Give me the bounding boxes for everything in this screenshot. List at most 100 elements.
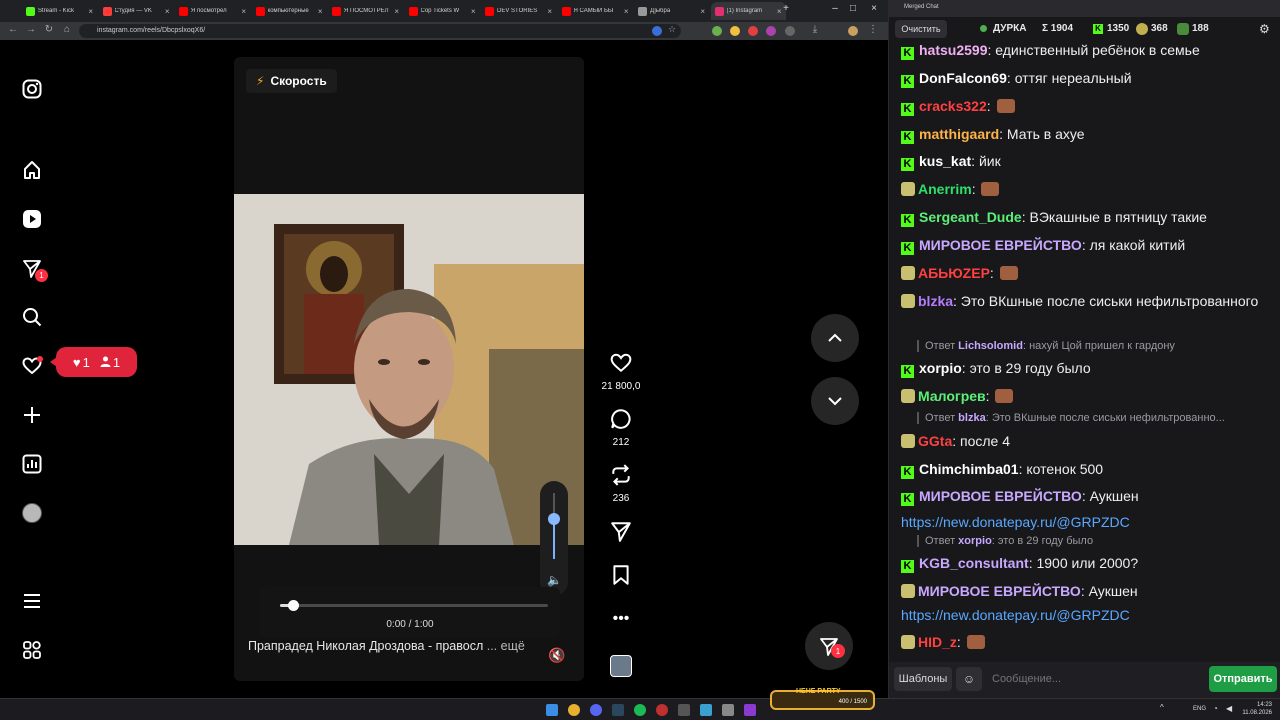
telegram-icon[interactable] (700, 704, 712, 716)
chat-message[interactable]: K Sergeant_Dude: ВЭкашные в пятницу такие (901, 206, 1271, 228)
url-field[interactable]: instagram.com/reels/DbcpslxoqX6/ (79, 24, 681, 38)
volume-icon[interactable]: ◀ (1226, 704, 1232, 713)
comment-button[interactable]: 212 (596, 408, 646, 448)
profile-avatar[interactable] (21, 502, 43, 524)
search-icon[interactable] (21, 306, 43, 328)
chat-message[interactable]: K МИРОВОЕ ЕВРЕЙСТВО: Аукшен (901, 485, 1271, 507)
home-icon[interactable] (21, 159, 43, 181)
more-menu-icon[interactable] (21, 590, 43, 612)
system-clock[interactable]: 14:23 11.08.2026 (1242, 701, 1272, 717)
chat-username[interactable]: KGB_consultant (919, 555, 1029, 571)
extensions-puzzle-icon[interactable] (785, 26, 795, 36)
browser-tab[interactable]: Студия — VK × (99, 2, 174, 20)
close-window-button[interactable]: × (864, 3, 884, 14)
reload-icon[interactable]: ↻ (42, 24, 56, 35)
chat-username[interactable]: Anerrim (918, 181, 972, 197)
extension-icon[interactable] (766, 26, 776, 36)
message-input[interactable] (986, 667, 1206, 691)
bookmark-star-icon[interactable]: ☆ (665, 24, 679, 35)
browser-tab[interactable]: Я ПОСМОТРЕЛ × (328, 2, 403, 20)
browser-tab[interactable]: Я посмотрел × (175, 2, 250, 20)
chrome-icon[interactable] (568, 704, 580, 716)
chat-username[interactable]: Sergeant_Dude (919, 209, 1022, 225)
browser-tab[interactable]: Я САМЫЙ БЫ × (558, 2, 633, 20)
progress-bar[interactable] (280, 600, 548, 611)
download-icon[interactable]: ⤓ (808, 24, 822, 35)
chat-username[interactable]: DonFalcon69 (919, 70, 1007, 86)
tab-close-icon[interactable]: × (547, 7, 552, 16)
extension-icon[interactable] (730, 26, 740, 36)
progress-handle[interactable] (288, 600, 300, 611)
spotify-icon[interactable] (634, 704, 646, 716)
chat-username[interactable]: kus_kat (919, 153, 971, 169)
browser-tab[interactable]: Д]ыбра × (634, 2, 709, 20)
chat-username[interactable]: matthigaard (919, 126, 999, 142)
mute-icon[interactable]: 🔇 (548, 647, 565, 664)
also-from-meta-icon[interactable] (21, 639, 43, 661)
activity-notification-popup[interactable]: ♥ 1 1 (50, 347, 137, 377)
extension-icon[interactable] (748, 26, 758, 36)
next-reel-button[interactable] (811, 377, 859, 425)
tab-close-icon[interactable]: × (318, 7, 323, 16)
discord-icon[interactable] (590, 704, 602, 716)
chat-username[interactable]: МИРОВОЕ ЕВРЕЙСТВО (919, 237, 1082, 253)
templates-button[interactable]: Шаблоны (894, 667, 952, 691)
create-plus-icon[interactable] (21, 404, 43, 426)
settings-gear-icon[interactable]: ⚙ (1259, 22, 1270, 36)
chat-link[interactable]: https://new.donatepay.ru/@GRPZDC (901, 604, 1271, 626)
new-tab-button[interactable]: + (776, 3, 796, 14)
tab-close-icon[interactable]: × (471, 7, 476, 16)
maximize-button[interactable]: □ (843, 3, 863, 14)
chat-message[interactable]: Anerrim: (901, 178, 1271, 200)
tab-close-icon[interactable]: × (241, 7, 246, 16)
app-icon[interactable] (656, 704, 668, 716)
browser-tab[interactable]: Stream - Kick × (22, 2, 97, 20)
speaker-icon[interactable]: 🔈 (547, 573, 562, 587)
chat-link[interactable]: https://new.donatepay.ru/@GRPZDC (901, 511, 1271, 533)
chat-reply-quote[interactable]: Ответ xorpio: это в 29 году было (917, 535, 1093, 547)
chat-username[interactable]: xorpio (919, 360, 962, 376)
chat-username[interactable]: HID_z (918, 634, 957, 650)
repost-button[interactable]: 236 (596, 464, 646, 504)
instagram-logo-icon[interactable] (21, 78, 43, 100)
chat-message[interactable]: HID_z: (901, 631, 1271, 653)
direct-messages-icon[interactable]: 1 (21, 257, 48, 282)
chat-message[interactable]: Khatsu2599: единственный ребёнок в семье (901, 39, 1271, 61)
menu-dots-icon[interactable]: ⋮ (866, 24, 880, 35)
extension-icon[interactable] (652, 26, 662, 36)
chat-message[interactable]: Kxorpio: это в 29 году было (901, 357, 1271, 379)
app-icon[interactable] (722, 704, 734, 716)
reel-player[interactable]: ⚡ Скорость 🔈 0:00 / 1:00 Прапрадед Никол… (234, 57, 584, 681)
more-options-icon[interactable]: ••• (596, 610, 646, 628)
chat-username[interactable]: cracks322 (919, 98, 987, 114)
chat-username[interactable]: Chimchimba01 (919, 461, 1019, 477)
chat-message[interactable]: Kkus_kat: йик (901, 150, 1271, 172)
tab-close-icon[interactable]: × (700, 7, 705, 16)
forward-icon[interactable]: → (24, 24, 38, 35)
chat-message[interactable]: МИРОВОЕ ЕВРЕЙСТВО: Аукшен (901, 580, 1271, 602)
send-button[interactable]: Отправить (1209, 666, 1277, 692)
language-indicator[interactable]: ENG (1193, 706, 1206, 712)
chat-username[interactable]: Малогрев (918, 388, 986, 404)
chat-username[interactable]: GGta (918, 433, 952, 449)
wifi-icon[interactable]: ◔ (1213, 704, 1218, 713)
home-icon[interactable]: ⌂ (60, 24, 74, 35)
browser-tab[interactable]: компьютерные × (252, 2, 327, 20)
chat-username[interactable]: МИРОВОЕ ЕВРЕЙСТВО (918, 583, 1081, 599)
chat-message[interactable]: Kcracks322: (901, 95, 1271, 117)
previous-reel-button[interactable] (811, 314, 859, 362)
chat-username[interactable]: hatsu2599 (919, 42, 987, 58)
like-button[interactable]: 21 800,0 (596, 352, 646, 392)
audio-thumbnail[interactable] (596, 655, 646, 677)
video-frame[interactable] (234, 194, 584, 545)
app-icon[interactable] (744, 704, 756, 716)
share-button[interactable] (596, 520, 646, 547)
save-button[interactable] (596, 564, 646, 591)
chat-username[interactable]: МИРОВОЕ ЕВРЕЙСТВО (919, 488, 1082, 504)
tab-close-icon[interactable]: × (165, 7, 170, 16)
browser-tab[interactable]: DEV STORIES × (481, 2, 556, 20)
browser-tab[interactable]: Cop Tickets W × (405, 2, 480, 20)
chat-message[interactable]: GGta: после 4 (901, 430, 1271, 452)
chat-username[interactable]: blzka (918, 293, 953, 309)
app-icon[interactable] (678, 704, 690, 716)
